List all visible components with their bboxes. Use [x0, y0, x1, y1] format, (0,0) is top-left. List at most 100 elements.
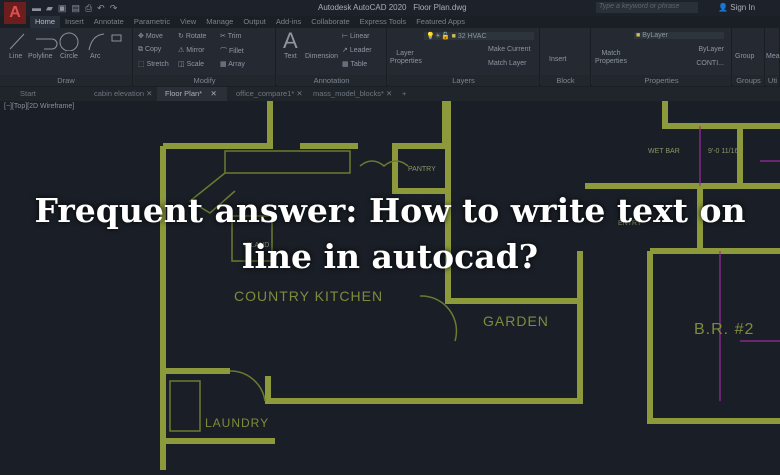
quick-access-toolbar: ▬ ▰ ▣ ▤ ⎙ ↶ ↷: [32, 3, 117, 14]
properties-panel: Match Properties ■ ByLayer ByLayer CONTI…: [592, 28, 732, 86]
tab-manage[interactable]: Manage: [201, 16, 238, 28]
make-current-button[interactable]: Make Current: [488, 46, 530, 53]
trim-button[interactable]: ✂ Trim: [220, 32, 241, 40]
groups-panel-title[interactable]: Groups: [733, 75, 764, 86]
file-name: Floor Plan.dwg: [413, 3, 467, 12]
new-tab-button[interactable]: +: [394, 87, 406, 101]
floor-plan-drawing: COUNTRY KITCHEN GARDEN LAUNDRY B.R. #2 P…: [160, 101, 780, 470]
scale-button[interactable]: ◫ Scale: [178, 60, 204, 68]
copy-button[interactable]: ⧉ Copy: [138, 46, 161, 54]
new-icon[interactable]: ▬: [32, 3, 41, 14]
sign-in-label: Sign In: [730, 3, 756, 12]
layer-dropdown[interactable]: 💡☀🔓 ■ 32 HVAC: [424, 32, 534, 40]
measure-button[interactable]: Mea: [766, 53, 780, 60]
tab-view[interactable]: View: [175, 16, 201, 28]
ribbon-tabs: Home Insert Annotate Parametric View Man…: [30, 16, 470, 28]
circle-button[interactable]: Circle: [60, 53, 78, 60]
doc-tab-label: mass_model_blocks*: [313, 89, 384, 98]
linetype-dropdown[interactable]: ByLayer: [634, 46, 724, 53]
mirror-label: Mirror: [186, 47, 205, 54]
save-icon[interactable]: ▣: [58, 3, 67, 14]
tab-express-tools[interactable]: Express Tools: [355, 16, 412, 28]
lineweight-dropdown[interactable]: CONTI...: [634, 60, 724, 67]
arc-button[interactable]: Arc: [90, 53, 101, 60]
save-as-icon[interactable]: ▤: [71, 3, 80, 14]
close-icon[interactable]: ✕: [146, 89, 152, 98]
annotation-panel-title[interactable]: Annotation: [277, 75, 386, 86]
tab-output[interactable]: Output: [238, 16, 271, 28]
color-dropdown[interactable]: ■ ByLayer: [634, 32, 724, 39]
tab-annotate[interactable]: Annotate: [89, 16, 129, 28]
match-properties-button[interactable]: Match Properties: [594, 50, 628, 66]
array-button[interactable]: ▦ Array: [220, 60, 245, 68]
text-button[interactable]: Text: [284, 53, 297, 60]
scale-label: Scale: [186, 61, 205, 68]
stretch-button[interactable]: ⬚ Stretch: [138, 60, 169, 68]
tab-featured-apps[interactable]: Featured Apps: [411, 16, 470, 28]
linear-button[interactable]: ⊢ Linear: [342, 32, 370, 40]
tab-insert[interactable]: Insert: [60, 16, 89, 28]
sign-in-button[interactable]: 👤 Sign In: [718, 3, 755, 12]
close-icon[interactable]: ✕: [210, 89, 216, 98]
label-garden: GARDEN: [483, 313, 549, 329]
label-laundry: LAUNDRY: [205, 416, 269, 430]
title-bar: A ▬ ▰ ▣ ▤ ⎙ ↶ ↷ Autodesk AutoCAD 2020 Floor Pl…: [0, 0, 780, 24]
viewport-controls[interactable]: [−][Top][2D Wireframe]: [4, 103, 74, 110]
tab-collaborate[interactable]: Collaborate: [306, 16, 354, 28]
doc-tab-office-compare[interactable]: office_compare1* ✕: [228, 87, 304, 101]
fillet-label: Fillet: [228, 48, 244, 55]
headline: Frequent answer: How to write text on li…: [34, 191, 746, 276]
annotation-panel: A Text Dimension ⊢ Linear ↗ Leader ▦ Tab…: [277, 28, 387, 86]
move-label: Move: [145, 33, 163, 40]
polyline-button[interactable]: Polyline: [28, 53, 53, 60]
redo-icon[interactable]: ↷: [110, 3, 118, 14]
tab-home[interactable]: Home: [30, 16, 61, 28]
undo-icon[interactable]: ↶: [97, 3, 105, 14]
table-button[interactable]: ▦ Table: [342, 60, 367, 68]
properties-panel-title[interactable]: Properties: [592, 75, 731, 86]
doc-tab-mass-model-blocks[interactable]: mass_model_blocks* ✕: [305, 87, 393, 101]
insert-button[interactable]: Insert: [549, 56, 567, 63]
doc-tab-start[interactable]: Start: [12, 87, 87, 101]
groups-panel: Group Groups: [733, 28, 765, 86]
close-icon[interactable]: ✕: [386, 89, 392, 98]
layers-panel: Layer Properties 💡☀🔓 ■ 32 HVAC Make Curr…: [388, 28, 540, 86]
doc-tab-floor-plan[interactable]: Floor Plan* ✕: [157, 87, 227, 101]
autocad-logo[interactable]: A: [4, 2, 26, 24]
trim-label: Trim: [227, 33, 242, 40]
label-bedroom: B.R. #2: [694, 321, 754, 338]
tab-parametric[interactable]: Parametric: [129, 16, 175, 28]
drawing-canvas[interactable]: COUNTRY KITCHEN GARDEN LAUNDRY B.R. #2 P…: [0, 101, 780, 470]
block-panel: Insert Block: [541, 28, 591, 86]
utilities-panel: Mea Uti: [766, 28, 780, 86]
modify-panel-title[interactable]: Modify: [134, 75, 275, 86]
layers-panel-title[interactable]: Layers: [388, 75, 539, 86]
dimension-button[interactable]: Dimension: [305, 53, 338, 60]
close-icon[interactable]: ✕: [296, 89, 302, 98]
text-icon: A: [283, 28, 298, 53]
leader-button[interactable]: ↗ Leader: [342, 46, 372, 54]
open-icon[interactable]: ▰: [46, 3, 53, 14]
search-input[interactable]: Type a keyword or phrase: [596, 2, 698, 13]
draw-panel-title[interactable]: Draw: [0, 75, 132, 86]
plot-icon[interactable]: ⎙: [85, 3, 92, 14]
rotate-button[interactable]: ↻ Rotate: [178, 32, 206, 40]
block-panel-title[interactable]: Block: [541, 75, 590, 86]
group-button[interactable]: Group: [735, 53, 754, 60]
tab-add-ins[interactable]: Add-ins: [271, 16, 306, 28]
document-tabs: Start cabin elevation ✕ Floor Plan* ✕ of…: [0, 87, 780, 101]
layer-properties-button[interactable]: Layer Properties: [390, 50, 422, 66]
fillet-button[interactable]: ⌒ Fillet: [220, 46, 244, 56]
utilities-panel-title[interactable]: Uti: [766, 75, 779, 86]
doc-tab-cabin-elevation[interactable]: cabin elevation ✕: [86, 87, 156, 101]
match-layer-button[interactable]: Match Layer: [488, 60, 527, 67]
label-kitchen: COUNTRY KITCHEN: [234, 288, 383, 304]
move-button[interactable]: ✥ Move: [138, 32, 163, 40]
doc-tab-label: Floor Plan*: [165, 89, 203, 98]
mirror-button[interactable]: ⚠ Mirror: [178, 46, 205, 54]
color-value: ByLayer: [642, 32, 668, 39]
label-dimension: 9'-0 11/16": [708, 148, 741, 155]
line-button[interactable]: Line: [9, 53, 22, 60]
window-title: Autodesk AutoCAD 2020 Floor Plan.dwg: [318, 3, 467, 12]
ribbon: Line Polyline Circle Arc Draw ✥ Move ↻ R…: [0, 28, 780, 86]
